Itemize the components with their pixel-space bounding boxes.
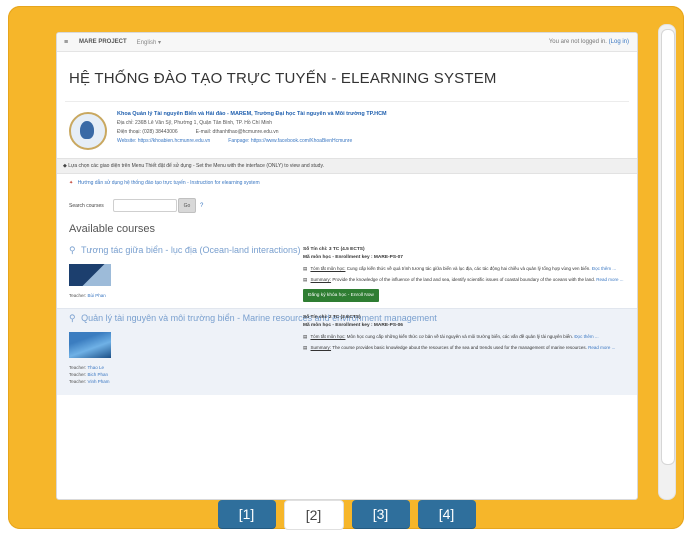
guide-link-text[interactable]: Hướng dẫn sử dụng hệ thống đào tạo trực … — [78, 180, 260, 186]
teacher-link[interactable]: Thao Le — [87, 365, 104, 370]
course-summary: Số Tín chỉ: 2 TC (3 ECTS) Mã môn học - E… — [295, 313, 615, 385]
read-more-link[interactable]: Đọc thêm ... — [574, 334, 598, 339]
course-item: ⚲ Tương tác giữa biển - lục địa (Ocean-l… — [65, 241, 629, 308]
course-icon: ⚲ — [69, 313, 76, 323]
top-navbar: ≡ MARE PROJECT English ▾ You are not log… — [57, 33, 637, 52]
faculty-info: Khoa Quản lý Tài nguyên Biển và Hải đảo … — [117, 110, 387, 146]
faculty-website-link[interactable]: Website: https://khoabien.hcmunre.edu.vn — [117, 137, 210, 146]
course-item: ⚲ Quản lý tài nguyên và môi trường biển … — [57, 308, 637, 395]
teacher-label: Teacher: — [69, 293, 87, 298]
summary-vi-label: Tóm tắt môn học: — [310, 266, 346, 271]
pin-icon: ✦ — [69, 180, 74, 186]
summary-vi: ▤ Tóm tắt môn học: Môn học cung cấp nhữn… — [303, 333, 615, 340]
menu-icon[interactable]: ≡ — [61, 39, 71, 46]
search-label: Search courses — [69, 202, 104, 209]
document-icon: ▤ — [303, 334, 308, 339]
course-credits: Số Tín chỉ: 3 TC (4.5 ECTS) — [303, 247, 365, 252]
teacher-label: Teacher: — [69, 372, 87, 377]
course-title-link[interactable]: ⚲ Quản lý tài nguyên và môi trường biển … — [69, 313, 437, 324]
faculty-address: Địa chỉ: 236B Lê Văn Sỹ, Phường 1, Quận … — [117, 120, 273, 126]
faculty-email: E-mail: dthanhthao@hcmunre.edu.vn — [195, 129, 279, 135]
document-icon: ▤ — [303, 266, 308, 271]
teacher-link[interactable]: Bùi Phan — [88, 293, 106, 298]
course-credits: Số Tín chỉ: 2 TC (3 ECTS) — [303, 315, 361, 320]
teacher-label: Teacher: — [69, 365, 87, 370]
notice-bar: ◆ Lựa chọn các giao diện trên Menu Thiết… — [57, 158, 637, 174]
course-thumbnail[interactable] — [69, 264, 111, 286]
login-status: You are not logged in. (Log in) — [549, 39, 629, 45]
page-button-1[interactable]: [1] — [217, 500, 276, 528]
course-info-left: ⚲ Tương tác giữa biển - lục địa (Ocean-l… — [69, 245, 301, 302]
teacher-link[interactable]: Vinh Pham — [88, 379, 110, 384]
document-icon: ▤ — [303, 277, 308, 282]
read-more-link[interactable]: Đọc thêm ... — [592, 266, 616, 271]
summary-en-label: Summary: — [310, 277, 332, 282]
scrollbar-thumb[interactable] — [661, 29, 675, 465]
course-info-left: ⚲ Quản lý tài nguyên và môi trường biển … — [69, 313, 437, 385]
faculty-fanpage-link[interactable]: Fanpage: https://www.facebook.com/KhoaBi… — [228, 137, 352, 146]
faculty-name[interactable]: Khoa Quản lý Tài nguyên Biển và Hải đảo … — [117, 110, 387, 119]
course-summary: Số Tín chỉ: 3 TC (4.5 ECTS) Mã môn học -… — [295, 245, 624, 302]
summary-en-text: Provide the knowledge of the influence o… — [332, 277, 595, 282]
summary-vi-text: Cung cấp kiến thức về quá trình tương tá… — [346, 266, 591, 271]
scrollbar[interactable] — [658, 24, 676, 500]
read-more-link[interactable]: Read more ... — [588, 345, 615, 350]
summary-en-text: The course provides basic knowledge abou… — [332, 345, 587, 350]
faculty-links-row: Website: https://khoabien.hcmunre.edu.vn… — [117, 137, 387, 146]
faculty-block: Khoa Quản lý Tài nguyên Biển và Hải đảo … — [69, 110, 629, 150]
page-content: HỆ THỐNG ĐÀO TẠO TRỰC TUYẾN - ELEARNING … — [57, 70, 637, 395]
search-input[interactable] — [113, 199, 177, 212]
summary-vi-text: Môn học cung cấp những kiến thức cơ bản … — [346, 334, 574, 339]
faculty-logo — [69, 112, 107, 150]
login-text: You are not logged in. — [548, 39, 607, 45]
summary-en: ▤ Summary: The course provides basic kno… — [303, 344, 615, 351]
available-courses-heading: Available courses — [69, 223, 156, 235]
page-button-4[interactable]: [4] — [417, 500, 476, 528]
course-search: Search courses Go ? — [69, 198, 629, 213]
summary-en-label: Summary: — [310, 345, 332, 350]
summary-vi-label: Tóm tắt môn học: — [310, 334, 346, 339]
summary-en: ▤ Summary: Provide the knowledge of the … — [303, 276, 624, 283]
course-enrol-key: Mã môn học - Enrollment key : MARE-PS-06 — [303, 323, 403, 328]
course-title-text[interactable]: Tương tác giữa biển - lục địa (Ocean-lan… — [81, 245, 301, 255]
faculty-phone: Điện thoại: (028) 38443006 — [117, 129, 178, 135]
summary-vi: ▤ Tóm tắt môn học: Cung cấp kiến thức về… — [303, 265, 624, 272]
screenshot-viewer: ≡ MARE PROJECT English ▾ You are not log… — [56, 32, 638, 500]
search-go-button[interactable]: Go — [178, 198, 196, 213]
language-selector[interactable]: English ▾ — [137, 39, 161, 46]
course-thumbnail[interactable] — [69, 332, 111, 358]
enroll-button[interactable]: Đăng ký khóa học - Enroll Now — [303, 289, 379, 302]
faculty-contact-row: Điện thoại: (028) 38443006 E-mail: dthan… — [117, 128, 387, 137]
teacher-label: Teacher: — [69, 379, 87, 384]
gallery-frame: ≡ MARE PROJECT English ▾ You are not log… — [8, 6, 684, 529]
course-teachers: Teacher: Bùi Phan — [69, 292, 295, 299]
teacher-link[interactable]: Bich Phan — [88, 372, 109, 377]
divider — [65, 101, 629, 102]
read-more-link[interactable]: Read more ... — [596, 277, 623, 282]
pagination: [1] [2] [3] [4] — [0, 500, 693, 530]
page-button-3[interactable]: [3] — [351, 500, 410, 528]
course-enrol-key: Mã môn học - Enrollment key : MARE-PS-07 — [303, 255, 403, 260]
course-teachers: Teacher: Thao Le Teacher: Bich Phan Teac… — [69, 364, 295, 385]
document-icon: ▤ — [303, 345, 308, 350]
login-link[interactable]: (Log in) — [609, 39, 629, 45]
help-icon[interactable]: ? — [200, 203, 203, 209]
page-title: HỆ THỐNG ĐÀO TẠO TRỰC TUYẾN - ELEARNING … — [69, 70, 497, 87]
guide-link[interactable]: ✦ Hướng dẫn sử dụng hệ thống đào tạo trự… — [69, 180, 629, 186]
course-title-link[interactable]: ⚲ Tương tác giữa biển - lục địa (Ocean-l… — [69, 245, 301, 256]
course-icon: ⚲ — [69, 245, 76, 255]
site-name[interactable]: MARE PROJECT — [79, 39, 127, 45]
page-button-2[interactable]: [2] — [283, 500, 344, 530]
